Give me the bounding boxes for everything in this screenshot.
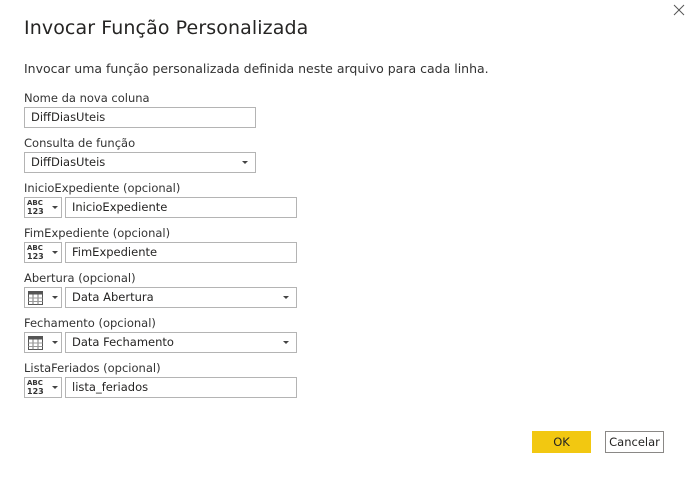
chevron-down-icon <box>242 161 248 164</box>
chevron-down-icon <box>52 296 58 299</box>
abc-123-icon: ABC 123 <box>27 244 44 261</box>
new-column-label: Nome da nova coluna <box>24 91 150 105</box>
table-column-icon <box>28 336 43 350</box>
inicio-expediente-label: InicioExpediente (opcional) <box>24 181 181 195</box>
close-button[interactable] <box>672 3 686 17</box>
fim-expediente-label: FimExpediente (opcional) <box>24 226 171 240</box>
fechamento-column-dropdown[interactable]: Data Fechamento <box>65 332 297 353</box>
fechamento-value: Data Fechamento <box>72 335 174 349</box>
table-column-icon <box>28 291 43 305</box>
ok-button[interactable]: OK <box>532 431 591 453</box>
abertura-type-button[interactable] <box>24 287 62 308</box>
chevron-down-icon <box>283 341 289 344</box>
chevron-down-icon <box>52 251 58 254</box>
chevron-down-icon <box>283 296 289 299</box>
function-query-value: DiffDiasUteis <box>31 155 106 169</box>
abertura-column-dropdown[interactable]: Data Abertura <box>65 287 297 308</box>
chevron-down-icon <box>52 206 58 209</box>
chevron-down-icon <box>52 341 58 344</box>
fechamento-type-button[interactable] <box>24 332 62 353</box>
close-icon <box>673 4 685 16</box>
lista-feriados-type-button[interactable]: ABC 123 <box>24 377 62 398</box>
lista-feriados-label: ListaFeriados (opcional) <box>24 361 161 375</box>
fim-expediente-input[interactable]: FimExpediente <box>65 242 297 263</box>
cancel-button[interactable]: Cancelar <box>605 431 664 453</box>
function-query-dropdown[interactable]: DiffDiasUteis <box>24 152 256 173</box>
abertura-label: Abertura (opcional) <box>24 271 136 285</box>
lista-feriados-input[interactable]: lista_feriados <box>65 377 297 398</box>
fim-expediente-type-button[interactable]: ABC 123 <box>24 242 62 263</box>
function-query-label: Consulta de função <box>24 136 136 150</box>
invoke-custom-function-dialog: Invocar Função Personalizada Invocar uma… <box>0 0 690 480</box>
abertura-value: Data Abertura <box>72 290 154 304</box>
abc-123-icon: ABC 123 <box>27 379 44 396</box>
dialog-title: Invocar Função Personalizada <box>24 17 309 39</box>
abc-123-icon: ABC 123 <box>27 199 44 216</box>
chevron-down-icon <box>52 386 58 389</box>
inicio-expediente-input[interactable]: InicioExpediente <box>65 197 297 218</box>
fechamento-label: Fechamento (opcional) <box>24 316 156 330</box>
dialog-description: Invocar uma função personalizada definid… <box>24 61 489 76</box>
inicio-expediente-type-button[interactable]: ABC 123 <box>24 197 62 218</box>
new-column-input[interactable]: DiffDiasUteis <box>24 107 256 128</box>
